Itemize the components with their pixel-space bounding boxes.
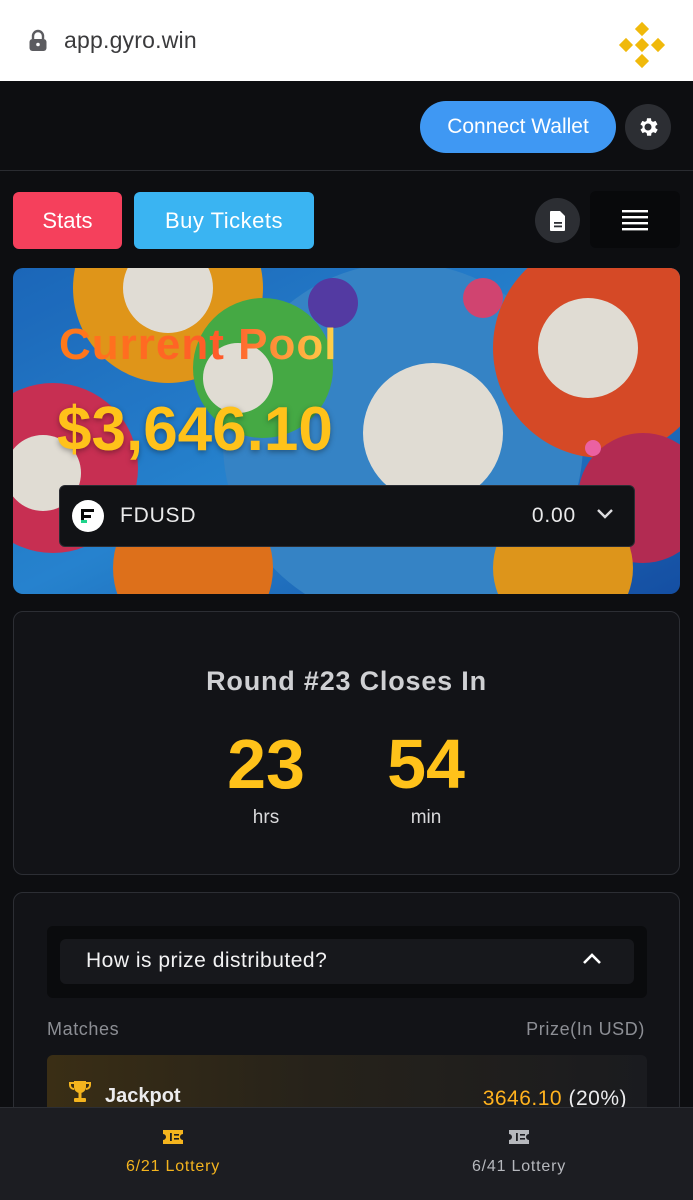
token-balance: 0.00 <box>531 504 576 527</box>
token-name: FDUSD <box>120 504 197 527</box>
matches-column-header: Matches <box>47 1019 120 1039</box>
app-header: Connect Wallet <box>0 81 693 171</box>
browser-url[interactable]: app.gyro.win <box>64 27 197 54</box>
jackpot-label: Jackpot <box>105 1085 181 1107</box>
chevron-down-icon <box>597 509 613 519</box>
prize-accordion-header[interactable]: How is prize distributed? <box>60 939 634 984</box>
prize-accordion: How is prize distributed? <box>47 926 647 998</box>
round-countdown-card: Round #23 Closes In 23 hrs 54 min <box>13 611 680 875</box>
hours-unit: hrs <box>252 807 280 828</box>
docs-button[interactable] <box>535 198 580 243</box>
prize-question: How is prize distributed? <box>86 949 328 972</box>
minutes-count: 54 <box>387 725 465 803</box>
browser-url-bar: app.gyro.win <box>0 0 693 81</box>
ticket-icon <box>163 1130 183 1144</box>
settings-button[interactable] <box>625 104 671 150</box>
prize-column-header: Prize(In USD) <box>526 1019 645 1039</box>
hours-count: 23 <box>227 725 305 803</box>
nav-lottery-6-41[interactable]: 6/41 Lottery <box>346 1108 692 1200</box>
chevron-up-icon <box>583 953 601 964</box>
minutes-unit: min <box>410 807 442 828</box>
binance-logo-icon <box>618 21 666 69</box>
pool-title: Current Pool <box>59 320 338 369</box>
trophy-icon <box>69 1081 91 1102</box>
current-pool-card: Current Pool $3,646.10 FDUSD 0.00 <box>13 268 680 594</box>
nav-label: 6/41 Lottery <box>471 1158 567 1175</box>
connect-wallet-button[interactable]: Connect Wallet <box>420 101 616 153</box>
menu-button[interactable] <box>590 191 680 248</box>
round-title: Round #23 Closes In <box>206 666 487 696</box>
gear-icon <box>640 118 658 136</box>
lock-icon <box>29 29 47 51</box>
document-icon <box>549 210 565 231</box>
hamburger-menu-icon <box>622 209 648 230</box>
fdusd-token-icon <box>72 500 104 532</box>
buy-tickets-button[interactable]: Buy Tickets <box>134 192 314 249</box>
bottom-nav: 6/21 Lottery 6/41 Lottery <box>0 1107 693 1200</box>
ticket-icon <box>509 1130 529 1144</box>
token-select[interactable]: FDUSD 0.00 <box>59 485 635 547</box>
nav-label: 6/21 Lottery <box>125 1158 221 1175</box>
pool-amount: $3,646.10 <box>57 395 333 464</box>
nav-lottery-6-21[interactable]: 6/21 Lottery <box>0 1108 346 1200</box>
stats-button[interactable]: Stats <box>13 192 122 249</box>
